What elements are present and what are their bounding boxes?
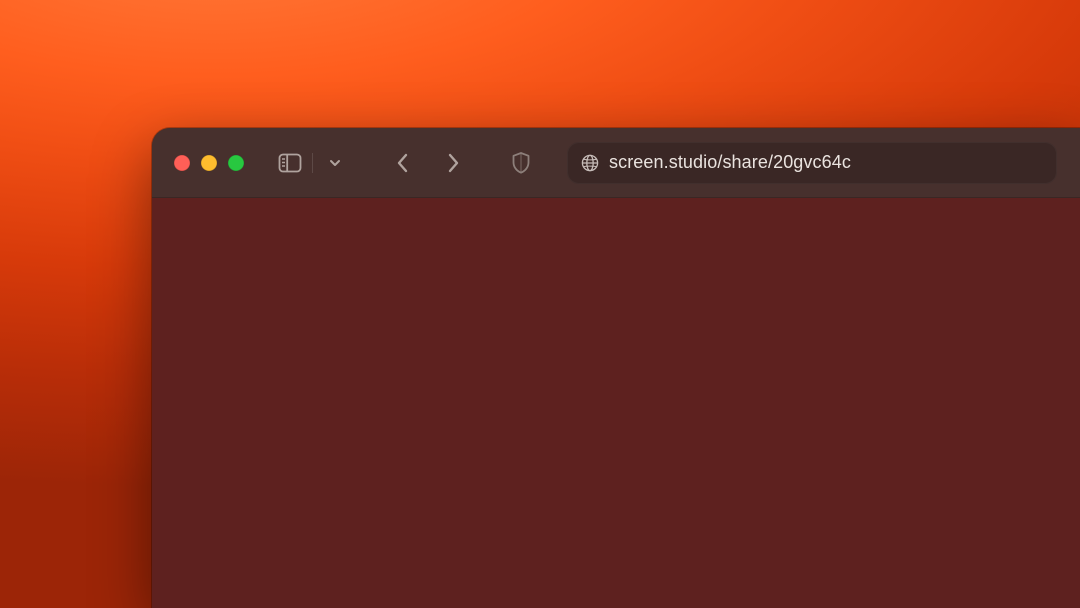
toggle-sidebar-button[interactable] <box>276 149 304 177</box>
chevron-left-icon <box>395 152 411 174</box>
minimize-window-button[interactable] <box>201 155 217 171</box>
globe-icon <box>581 154 599 172</box>
toolbar-divider <box>312 153 313 173</box>
sidebar-controls <box>276 149 349 177</box>
browser-toolbar: screen.studio/share/20gvc64c <box>152 128 1080 198</box>
navigation-controls <box>389 149 467 177</box>
sidebar-icon <box>278 153 302 173</box>
address-bar-url: screen.studio/share/20gvc64c <box>609 152 851 173</box>
maximize-window-button[interactable] <box>228 155 244 171</box>
tab-groups-dropdown[interactable] <box>321 149 349 177</box>
page-content-area <box>152 198 1080 608</box>
chevron-right-icon <box>445 152 461 174</box>
back-button[interactable] <box>389 149 417 177</box>
forward-button[interactable] <box>439 149 467 177</box>
browser-window: screen.studio/share/20gvc64c <box>152 128 1080 608</box>
window-traffic-lights <box>174 155 244 171</box>
chevron-down-icon <box>328 156 342 170</box>
privacy-shield-button[interactable] <box>507 149 535 177</box>
address-bar[interactable]: screen.studio/share/20gvc64c <box>567 142 1057 184</box>
close-window-button[interactable] <box>174 155 190 171</box>
shield-icon <box>511 151 531 175</box>
